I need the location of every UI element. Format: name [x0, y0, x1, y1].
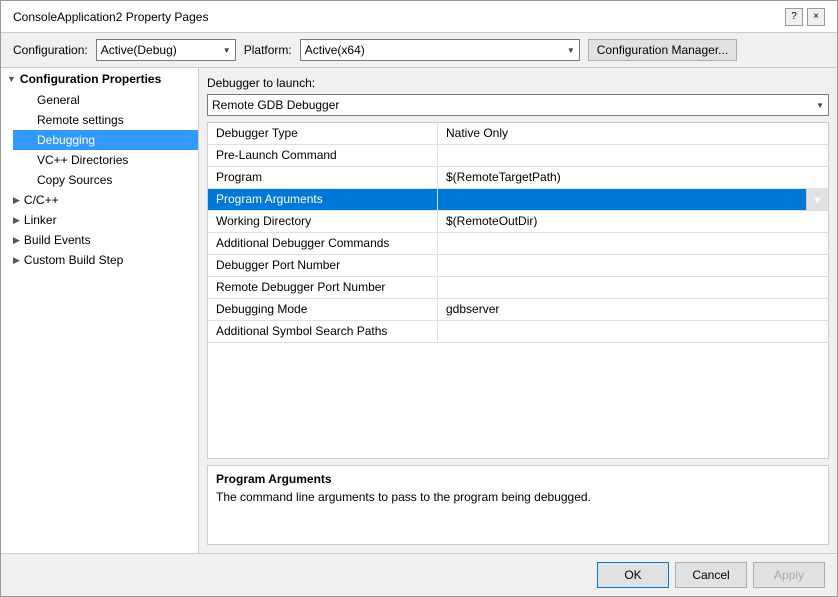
table-row[interactable]: Working Directory $(RemoteOutDir): [208, 211, 828, 233]
debugger-dropdown[interactable]: Remote GDB Debugger ▼: [207, 94, 829, 116]
config-label: Configuration:: [13, 43, 88, 57]
description-title: Program Arguments: [216, 472, 820, 486]
custom-build-expand-icon: ▶: [13, 255, 20, 266]
description-panel: Program Arguments The command line argum…: [207, 465, 829, 545]
prop-name: Program: [208, 167, 438, 188]
debugger-value: Remote GDB Debugger: [212, 98, 339, 112]
table-row[interactable]: Additional Debugger Commands: [208, 233, 828, 255]
cpp-expand-icon: ▶: [13, 195, 20, 206]
config-dropdown-arrow: ▼: [223, 46, 231, 55]
prop-name: Program Arguments: [208, 189, 438, 210]
linker-expand-icon: ▶: [13, 215, 20, 226]
platform-value: Active(x64): [305, 43, 365, 57]
sidebar-item-cpp[interactable]: ▶ C/C++: [1, 190, 198, 210]
prop-name: Pre-Launch Command: [208, 145, 438, 166]
help-button[interactable]: ?: [785, 8, 803, 26]
table-row[interactable]: Additional Symbol Search Paths: [208, 321, 828, 343]
table-row[interactable]: Debugger Port Number: [208, 255, 828, 277]
sidebar-item-linker[interactable]: ▶ Linker: [1, 210, 198, 230]
prop-value-container: ▼: [438, 189, 828, 210]
sidebar-item-debugging[interactable]: Debugging: [13, 130, 198, 150]
config-value: Active(Debug): [101, 43, 177, 57]
close-button[interactable]: ×: [807, 8, 825, 26]
title-bar-controls: ? ×: [785, 8, 825, 26]
prop-value: $(RemoteTargetPath): [438, 167, 828, 188]
build-events-label: Build Events: [24, 233, 91, 247]
sidebar: ▼ Configuration Properties General Remot…: [1, 68, 199, 553]
prop-name: Debugging Mode: [208, 299, 438, 320]
sidebar-item-custom-build[interactable]: ▶ Custom Build Step: [1, 250, 198, 270]
linker-label: Linker: [24, 213, 57, 227]
sidebar-group: General Remote settings Debugging VC++ D…: [1, 90, 198, 190]
prop-value: [438, 321, 828, 342]
prop-value: $(RemoteOutDir): [438, 211, 828, 232]
sidebar-item-copy-sources[interactable]: Copy Sources: [13, 170, 198, 190]
sidebar-item-general[interactable]: General: [13, 90, 198, 110]
main-area: ▼ Configuration Properties General Remot…: [1, 68, 837, 553]
prop-value: Native Only: [438, 123, 828, 144]
root-expand-icon: ▼: [7, 74, 16, 84]
table-row-selected[interactable]: Program Arguments ▼: [208, 189, 828, 211]
sidebar-item-remote-settings[interactable]: Remote settings: [13, 110, 198, 130]
dialog: ConsoleApplication2 Property Pages ? × C…: [0, 0, 838, 597]
sidebar-item-vc-directories[interactable]: VC++ Directories: [13, 150, 198, 170]
dialog-title: ConsoleApplication2 Property Pages: [13, 10, 208, 24]
prop-name: Additional Symbol Search Paths: [208, 321, 438, 342]
config-row: Configuration: Active(Debug) ▼ Platform:…: [1, 33, 837, 68]
table-row[interactable]: Debugging Mode gdbserver: [208, 299, 828, 321]
table-row[interactable]: Remote Debugger Port Number: [208, 277, 828, 299]
prop-name: Debugger Port Number: [208, 255, 438, 276]
platform-dropdown[interactable]: Active(x64) ▼: [300, 39, 580, 61]
cpp-label: C/C++: [24, 193, 59, 207]
debugger-dropdown-arrow: ▼: [816, 101, 824, 110]
title-bar: ConsoleApplication2 Property Pages ? ×: [1, 1, 837, 33]
table-row[interactable]: Debugger Type Native Only: [208, 123, 828, 145]
prop-value: gdbserver: [438, 299, 828, 320]
debugger-label: Debugger to launch:: [207, 76, 829, 90]
prop-value: [438, 233, 828, 254]
config-manager-button[interactable]: Configuration Manager...: [588, 39, 737, 61]
config-dropdown[interactable]: Active(Debug) ▼: [96, 39, 236, 61]
custom-build-label: Custom Build Step: [24, 253, 123, 267]
prop-dropdown-button[interactable]: ▼: [806, 189, 828, 210]
prop-name: Working Directory: [208, 211, 438, 232]
prop-value: [438, 145, 828, 166]
apply-button[interactable]: Apply: [753, 562, 825, 588]
table-row[interactable]: Program $(RemoteTargetPath): [208, 167, 828, 189]
build-events-expand-icon: ▶: [13, 235, 20, 246]
prop-name: Debugger Type: [208, 123, 438, 144]
property-table: Debugger Type Native Only Pre-Launch Com…: [207, 122, 829, 459]
platform-label: Platform:: [244, 43, 292, 57]
sidebar-root-label: Configuration Properties: [20, 72, 161, 86]
platform-dropdown-arrow: ▼: [567, 46, 575, 55]
cancel-button[interactable]: Cancel: [675, 562, 747, 588]
table-row[interactable]: Pre-Launch Command: [208, 145, 828, 167]
sidebar-root[interactable]: ▼ Configuration Properties: [1, 68, 198, 90]
prop-value: [438, 255, 828, 276]
ok-button[interactable]: OK: [597, 562, 669, 588]
prop-value: [438, 197, 806, 203]
content-area: Debugger to launch: Remote GDB Debugger …: [199, 68, 837, 553]
footer: OK Cancel Apply: [1, 553, 837, 596]
prop-name: Remote Debugger Port Number: [208, 277, 438, 298]
prop-value: [438, 277, 828, 298]
prop-name: Additional Debugger Commands: [208, 233, 438, 254]
description-text: The command line arguments to pass to th…: [216, 490, 820, 504]
sidebar-item-build-events[interactable]: ▶ Build Events: [1, 230, 198, 250]
